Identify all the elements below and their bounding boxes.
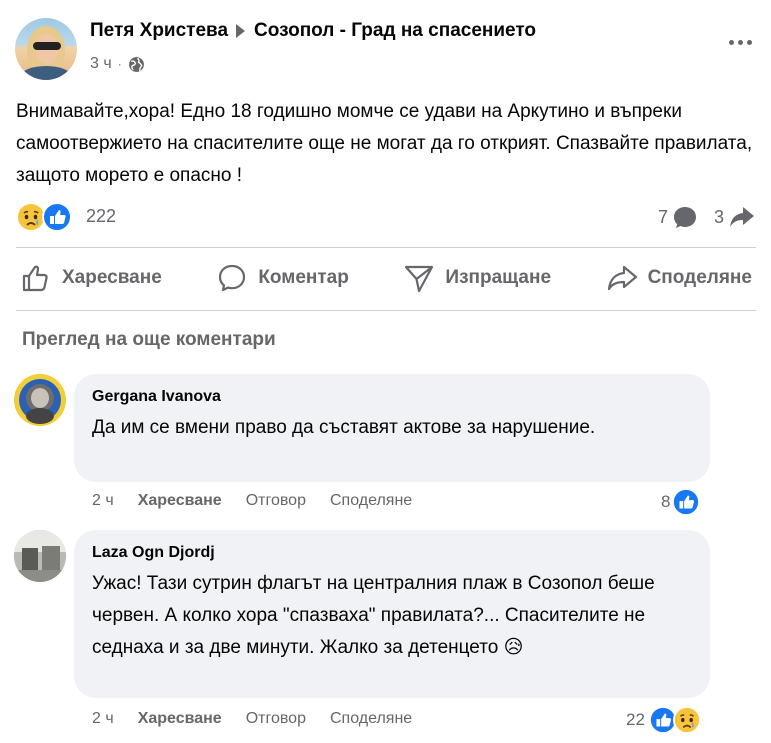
comment-text: Да им се вмени право да съставят актове … [92,417,596,438]
commenter-avatar[interactable] [14,374,66,426]
globe-icon [128,56,144,72]
more-options-button[interactable] [725,32,755,52]
like-button[interactable]: Харесване [16,262,166,294]
commenter-avatar[interactable] [14,530,66,582]
commenter-name[interactable]: Gergana Ivanova [92,386,692,408]
comments-count-button[interactable]: 7 [658,204,698,230]
avatar-image [14,374,66,426]
shares-count: 3 [713,206,724,227]
dot-icon [746,39,752,45]
reactions-count[interactable]: 222 [86,206,116,227]
comment-reply-button[interactable]: Отговор [246,710,306,728]
comment-text: Ужас! Тази сутрин флагът на централния п… [92,568,692,664]
comment-bubble: Gergana Ivanova Да им се вмени право да … [74,374,710,482]
post-time[interactable]: 3 ч [90,55,112,73]
divider [16,247,756,248]
like-reaction-icon [672,488,701,516]
author-line: Петя Христева Созопол - Град на спасение… [90,20,536,42]
like-reaction-icon [42,202,72,232]
separator-dot: · [117,57,122,71]
comment-bubble-icon [673,207,696,228]
post-header: Петя Христева Созопол - Град на спасение… [15,18,755,82]
post-actions: Харесване Коментар Изпращане Споделяне [16,254,756,302]
comment-reply-button[interactable]: Отговор [246,492,306,510]
comment-like-button[interactable]: Харесване [138,492,222,510]
send-label: Изпращане [445,267,552,288]
author-avatar[interactable] [15,18,77,80]
reactions-bar: 222 7 3 [16,200,756,234]
post-meta: 3 ч · [90,55,145,73]
comment-label: Коментар [258,267,349,288]
comment-icon [219,264,246,292]
comment-text-body: Ужас! Тази сутрин флагът на централния п… [92,573,655,658]
share-button[interactable]: Споделяне [602,262,756,294]
share-label: Споделяне [647,267,752,288]
comment: Gergana Ivanova Да им се вмени право да … [14,374,714,524]
comment-reactions-count: 8 [661,492,671,511]
comment-actions: 2 ч Харесване Отговор Споделяне [92,492,412,510]
comment-reactions-count: 22 [626,710,645,729]
comment-time[interactable]: 2 ч [92,492,114,510]
group-name[interactable]: Созопол - Град на спасението [254,20,536,42]
caret-right-icon [236,24,246,38]
view-more-comments-link[interactable]: Преглед на още коментари [22,329,276,351]
dot-icon [737,39,743,45]
shares-count-button[interactable]: 3 [714,204,756,230]
post-text: Внимавайте,хора! Едно 18 годишно момче с… [16,101,753,186]
comment-reactions[interactable]: 8 [661,488,701,516]
comment-reactions[interactable]: 22 [626,706,701,734]
engagement-counts: 7 3 [658,204,756,230]
comment-share-button[interactable]: Споделяне [330,710,412,728]
author-name[interactable]: Петя Христева [90,20,228,42]
reaction-icons[interactable] [16,202,72,232]
avatar-image [14,530,66,582]
sad-face-emoji: 😥 [503,637,524,658]
comment-time[interactable]: 2 ч [92,710,114,728]
like-label: Харесване [62,267,162,288]
send-icon [405,265,434,293]
share-icon [607,265,637,291]
comment-share-button[interactable]: Споделяне [330,492,412,510]
thumbs-up-icon [22,265,48,292]
send-button[interactable]: Изпращане [399,262,555,294]
dot-icon [728,39,734,45]
comment-bubble: Laza Ogn Djordj Ужас! Тази сутрин флагът… [74,530,710,698]
comment-like-button[interactable]: Харесване [138,710,222,728]
divider [16,310,756,311]
commenter-name[interactable]: Laza Ogn Djordj [92,542,692,564]
comment: Laza Ogn Djordj Ужас! Тази сутрин флагът… [14,530,724,740]
comments-count: 7 [657,206,668,227]
share-arrow-icon [730,207,754,227]
comment-button[interactable]: Коментар [212,262,353,294]
comment-actions: 2 ч Харесване Отговор Споделяне [92,710,412,728]
sad-reaction-icon [672,706,701,734]
